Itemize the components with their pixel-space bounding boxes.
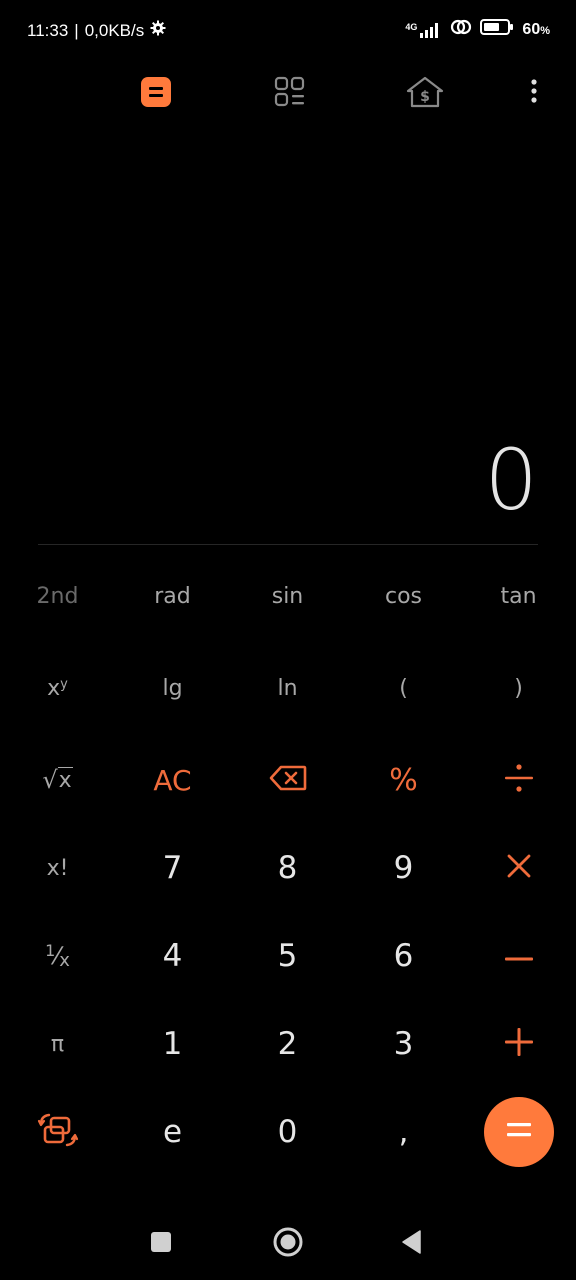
- status-time: 11:33: [27, 20, 69, 40]
- left-paren-key[interactable]: (: [346, 644, 461, 732]
- status-separator: |: [74, 20, 79, 40]
- hotspot-link-icon: [450, 18, 472, 41]
- recents-square-icon: [149, 1230, 173, 1258]
- signal-icon: 4G: [405, 22, 442, 38]
- keypad-row-7: e 0 ,: [0, 1088, 576, 1176]
- backspace-key[interactable]: [230, 736, 345, 824]
- digit-0-key[interactable]: 0: [230, 1088, 345, 1176]
- sqrt-key[interactable]: √ x: [0, 736, 115, 824]
- calculator-icon: [140, 76, 172, 112]
- reciprocal-denominator: x: [59, 949, 70, 971]
- svg-text:$: $: [420, 89, 430, 105]
- equals-button-circle: [483, 1097, 554, 1167]
- mode-toolbar: $: [0, 70, 576, 118]
- back-triangle-icon: [400, 1229, 424, 1259]
- network-type-label: 4G: [405, 21, 418, 32]
- multiply-key[interactable]: [461, 824, 576, 912]
- status-right: 4G 60%: [405, 18, 550, 41]
- digit-8-key[interactable]: 8: [230, 824, 345, 912]
- multiply-icon: [505, 852, 533, 884]
- right-paren-key[interactable]: ): [461, 644, 576, 732]
- minus-icon: [504, 947, 534, 966]
- sin-key[interactable]: sin: [230, 552, 345, 640]
- grid-list-icon: [273, 75, 307, 113]
- tan-key[interactable]: tan: [461, 552, 576, 640]
- more-vertical-icon: [530, 78, 538, 110]
- battery-percent: 60: [522, 20, 541, 38]
- equals-icon: [506, 1120, 532, 1144]
- add-key[interactable]: [461, 1000, 576, 1088]
- power-key[interactable]: xy: [0, 644, 115, 732]
- digit-9-key[interactable]: 9: [346, 824, 461, 912]
- rad-key[interactable]: rad: [115, 552, 230, 640]
- digit-5-key[interactable]: 5: [230, 912, 345, 1000]
- all-clear-key[interactable]: AC: [115, 736, 230, 824]
- currency-tab[interactable]: $: [405, 74, 445, 114]
- battery-level: 60%: [522, 21, 550, 39]
- power-exponent-label: y: [60, 676, 68, 692]
- battery-icon: [480, 18, 514, 41]
- back-button[interactable]: [392, 1224, 432, 1264]
- euler-key[interactable]: e: [115, 1088, 230, 1176]
- reciprocal-key[interactable]: 1 ⁄ x: [0, 912, 115, 1000]
- keypad: 2nd rad sin cos tan xy lg ln ( ) √x AC: [0, 552, 576, 1174]
- keypad-row-2: xy lg ln ( ): [0, 644, 576, 732]
- digit-3-key[interactable]: 3: [346, 1000, 461, 1088]
- status-left: 11:33 | 0,0KB/s: [27, 20, 166, 41]
- backspace-icon: [269, 765, 307, 795]
- recents-button[interactable]: [141, 1224, 181, 1264]
- digit-6-key[interactable]: 6: [346, 912, 461, 1000]
- result-display: 0: [484, 431, 538, 529]
- swap-mode-key[interactable]: [0, 1088, 115, 1176]
- decimal-comma-key[interactable]: ,: [346, 1088, 461, 1176]
- factorial-key[interactable]: x!: [0, 824, 115, 912]
- home-button[interactable]: [268, 1224, 308, 1264]
- sqrt-sign: √: [42, 766, 58, 794]
- battery-unit: %: [540, 24, 550, 37]
- keypad-row-3: √ x AC %: [0, 736, 576, 824]
- status-net-speed: 0,0KB/s: [84, 20, 145, 40]
- divide-key[interactable]: [461, 736, 576, 824]
- keypad-row-1: 2nd rad sin cos tan: [0, 552, 576, 640]
- second-function-key[interactable]: 2nd: [0, 552, 115, 640]
- calculator-tab[interactable]: [136, 74, 176, 114]
- keypad-row-6: π 1 2 3: [0, 1000, 576, 1088]
- subtract-key[interactable]: [461, 912, 576, 1000]
- ln-key[interactable]: ln: [230, 644, 345, 732]
- sqrt-operand: x: [57, 767, 73, 793]
- digit-2-key[interactable]: 2: [230, 1000, 345, 1088]
- keypad-row-5: 1 ⁄ x 4 5 6: [0, 912, 576, 1000]
- equals-key[interactable]: [461, 1088, 576, 1176]
- swap-icon: [37, 1110, 79, 1154]
- digit-7-key[interactable]: 7: [115, 824, 230, 912]
- display-divider: [38, 544, 538, 545]
- plus-icon: [504, 1027, 534, 1061]
- keypad-row-4: x! 7 8 9: [0, 824, 576, 912]
- system-nav-bar: [0, 1210, 576, 1280]
- cos-key[interactable]: cos: [346, 552, 461, 640]
- divide-icon: [503, 762, 535, 798]
- pi-key[interactable]: π: [0, 1000, 115, 1088]
- house-dollar-icon: $: [405, 75, 445, 113]
- percent-key[interactable]: %: [346, 736, 461, 824]
- digit-4-key[interactable]: 4: [115, 912, 230, 1000]
- lg-key[interactable]: lg: [115, 644, 230, 732]
- home-circle-icon: [272, 1226, 304, 1262]
- digit-1-key[interactable]: 1: [115, 1000, 230, 1088]
- more-options-button[interactable]: [514, 74, 554, 114]
- power-base-label: x: [47, 675, 61, 701]
- reciprocal-numerator: 1: [45, 940, 56, 960]
- status-bar: 11:33 | 0,0KB/s 4G 60%: [0, 0, 576, 64]
- converter-tab[interactable]: [270, 74, 310, 114]
- gear-icon: [150, 20, 166, 41]
